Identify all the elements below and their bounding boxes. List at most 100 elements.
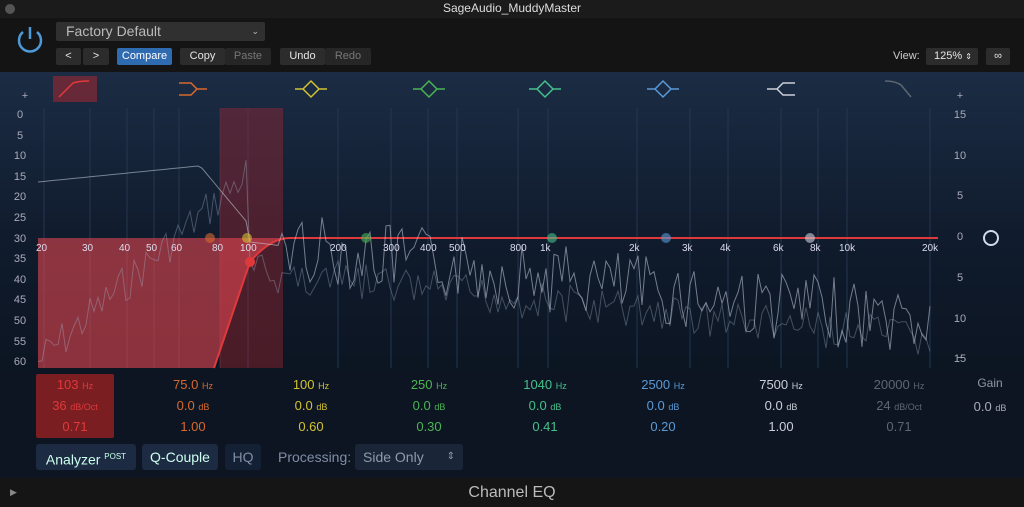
redo-button[interactable]: Redo — [325, 48, 371, 65]
band-7-frequency[interactable]: 7500 Hz — [726, 377, 836, 392]
disclosure-triangle-icon[interactable]: ▶ — [10, 487, 17, 498]
frequency-label: 40 — [119, 243, 131, 254]
analyzer-post-badge: POST — [104, 452, 127, 461]
bell-icon[interactable] — [529, 79, 561, 99]
band-1-q[interactable]: 0.71 — [20, 419, 130, 434]
view-zoom-dropdown[interactable]: 125% ⇕ — [926, 48, 978, 65]
compare-button[interactable]: Compare — [117, 48, 172, 65]
analyzer-scale-label: + — [21, 90, 29, 102]
band-4-frequency[interactable]: 250 Hz — [374, 377, 484, 392]
frequency-label: 30 — [82, 243, 94, 254]
frequency-label: 4k — [720, 243, 731, 254]
eq-curve-display[interactable] — [0, 72, 1024, 374]
band-5-q[interactable]: 0.41 — [490, 419, 600, 434]
analyzer-scale-label: 15 — [13, 170, 27, 183]
frequency-label: 800 — [510, 243, 527, 254]
band-1-enable-button — [53, 76, 97, 102]
next-preset-button[interactable]: > — [83, 48, 109, 65]
frequency-label: 6k — [773, 243, 784, 254]
band-1-gain[interactable]: 36 dB/Oct — [20, 398, 130, 413]
frequency-label: 2k — [629, 243, 640, 254]
low-shelf-icon[interactable] — [179, 82, 207, 96]
frequency-label: 300 — [383, 243, 400, 254]
eq-curve — [213, 237, 938, 369]
band-handle-2 — [205, 233, 215, 243]
frequency-label: 10k — [839, 243, 856, 254]
frequency-label: 8k — [810, 243, 821, 254]
frequency-label: 50 — [146, 243, 158, 254]
band-7-gain[interactable]: 0.0 dB — [726, 398, 836, 413]
band-handle-6 — [661, 233, 671, 243]
frequency-label: 60 — [171, 243, 183, 254]
band-5-gain[interactable]: 0.0 dB — [490, 398, 600, 413]
analyzer-scale-label: 60 — [13, 356, 27, 369]
view-label: View: — [893, 50, 920, 62]
analyzer-scale-label: 10 — [13, 150, 27, 163]
bell-icon[interactable] — [647, 79, 679, 99]
analyzer-scale-label: 0 — [16, 109, 24, 121]
plugin-footer: Channel EQ — [0, 478, 1024, 507]
link-button[interactable]: ∞ — [986, 48, 1010, 65]
frequency-label: 100 — [240, 243, 257, 254]
eq-gain-scale-label: 5 — [956, 271, 964, 284]
analyzer-button[interactable]: Analyzer POST — [36, 444, 136, 470]
previous-preset-button[interactable]: < — [56, 48, 81, 65]
band-handle-1 — [245, 257, 255, 267]
eq-gain-scale-label: 15 — [953, 109, 967, 121]
power-icon[interactable] — [14, 24, 46, 56]
band-5-frequency[interactable]: 1040 Hz — [490, 377, 600, 392]
frequency-label: 3k — [682, 243, 693, 254]
band-6-q[interactable]: 0.20 — [608, 419, 718, 434]
band-handle-5 — [547, 233, 557, 243]
eq-gain-scale-label: 5 — [956, 190, 964, 203]
analyzer-scale-label: 45 — [13, 294, 27, 307]
frequency-label: 400 — [420, 243, 437, 254]
copy-button[interactable]: Copy — [180, 48, 225, 65]
band-2-q[interactable]: 1.00 — [138, 419, 248, 434]
band-7-q[interactable]: 1.00 — [726, 419, 836, 434]
preset-dropdown[interactable]: Factory Default ⌄ — [56, 22, 265, 41]
hq-button[interactable]: HQ — [225, 444, 261, 470]
band-8-gain[interactable]: 24 dB/Oct — [844, 398, 954, 413]
analyzer-scale-label: 5 — [16, 129, 24, 142]
frequency-label: 500 — [449, 243, 466, 254]
high-cut-icon[interactable] — [884, 80, 912, 98]
undo-button[interactable]: Undo — [280, 48, 325, 65]
q-couple-button[interactable]: Q-Couple — [142, 444, 218, 470]
band-6-gain[interactable]: 0.0 dB — [608, 398, 718, 413]
window-title: SageAudio_MuddyMaster — [442, 1, 582, 15]
eq-gain-scale-label: 10 — [953, 312, 967, 325]
processing-dropdown[interactable]: Side Only ⇕ — [355, 444, 463, 470]
band-6-frequency[interactable]: 2500 Hz — [608, 377, 718, 392]
bell-icon[interactable] — [295, 79, 327, 99]
gain-value[interactable]: 0.0 dB — [960, 399, 1020, 414]
analyzer-scale-label: 40 — [13, 273, 27, 286]
band-1-frequency[interactable]: 103 Hz — [20, 377, 130, 392]
paste-button[interactable]: Paste — [225, 48, 271, 65]
band-8-frequency[interactable]: 20000 Hz — [844, 377, 954, 392]
close-window-button[interactable] — [5, 4, 15, 14]
band-2-gain[interactable]: 0.0 dB — [138, 398, 248, 413]
analyzer-scale-label: 20 — [13, 191, 27, 204]
band-4-gain[interactable]: 0.0 dB — [374, 398, 484, 413]
band-handle-4 — [361, 233, 371, 243]
analyzer-scale-label: 50 — [13, 315, 27, 327]
frequency-label: 80 — [212, 243, 224, 254]
eq-gain-scale-label: + — [956, 90, 964, 102]
band-4-q[interactable]: 0.30 — [374, 419, 484, 434]
preset-name: Factory Default — [66, 23, 161, 39]
high-shelf-icon[interactable] — [767, 82, 795, 96]
plugin-name: Channel EQ — [468, 484, 556, 501]
band-8-q[interactable]: 0.71 — [844, 419, 954, 434]
band-2-frequency[interactable]: 75.0 Hz — [138, 377, 248, 392]
processing-label: Processing: — [278, 449, 352, 465]
frequency-label: 1k — [540, 243, 551, 254]
gain-label: Gain — [977, 376, 1003, 390]
frequency-label: 200 — [330, 243, 347, 254]
band-3-frequency[interactable]: 100 Hz — [256, 377, 366, 392]
plugin-header: Factory Default ⌄ < > Compare Copy Paste … — [0, 18, 1024, 72]
band-handle-7 — [805, 233, 815, 243]
band-3-gain[interactable]: 0.0 dB — [256, 398, 366, 413]
bell-icon[interactable] — [413, 79, 445, 99]
band-3-q[interactable]: 0.60 — [256, 419, 366, 434]
